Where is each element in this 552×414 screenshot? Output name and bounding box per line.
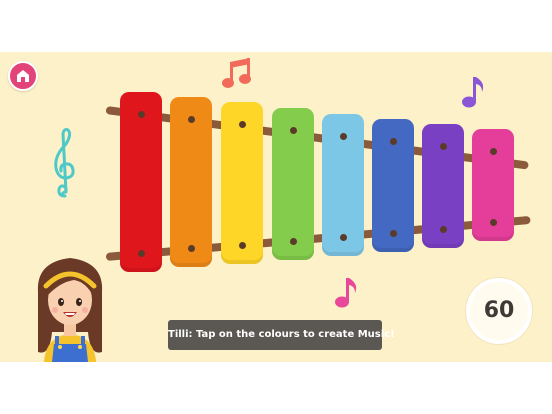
treble-clef-icon — [54, 128, 75, 198]
xylophone-bar-red[interactable] — [120, 92, 162, 272]
dialogue-caption: Tilli: Tap on the colours to create Musi… — [168, 320, 395, 350]
timer-value: 60 — [483, 298, 515, 323]
xylophone-bar-pink[interactable] — [472, 129, 514, 241]
xylophone-bar-yellow[interactable] — [221, 102, 263, 264]
home-button[interactable] — [8, 61, 38, 91]
xylophone-bar-light-blue[interactable] — [322, 114, 364, 256]
bar-peg — [389, 230, 397, 237]
bar-peg — [339, 234, 347, 241]
bar-peg — [187, 116, 195, 123]
eighth-note-icon — [335, 278, 357, 308]
bar-peg — [489, 148, 497, 155]
bar-peg — [439, 226, 447, 233]
xylophone-bar-purple[interactable] — [422, 124, 464, 248]
bar-peg — [238, 242, 246, 249]
bar-peg — [137, 250, 145, 257]
eighth-note-icon — [462, 77, 484, 108]
game-stage: Tilli: Tap on the colours to create Musi… — [0, 52, 552, 362]
home-icon — [17, 70, 29, 82]
bar-peg — [489, 219, 497, 226]
bar-peg — [389, 138, 397, 145]
xylophone-bar-orange[interactable] — [170, 97, 212, 267]
xylophone-rail-top — [105, 106, 529, 170]
xylophone-bar-blue[interactable] — [372, 119, 414, 252]
bar-peg — [187, 245, 195, 252]
bar-peg — [439, 143, 447, 150]
bar-peg — [238, 121, 246, 128]
tilli-character — [37, 258, 103, 362]
xylophone-bar-green[interactable] — [272, 108, 314, 260]
countdown-timer: 60 — [466, 278, 532, 344]
bar-peg — [339, 133, 347, 140]
bar-peg — [137, 111, 145, 118]
bar-peg — [289, 238, 297, 245]
bar-peg — [289, 127, 297, 134]
beamed-note-icon — [222, 58, 251, 88]
